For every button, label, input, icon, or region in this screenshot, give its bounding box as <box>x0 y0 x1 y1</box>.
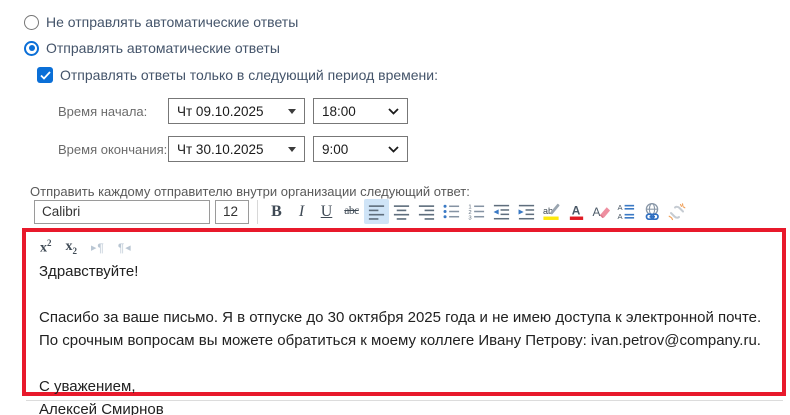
start-time-label: Время начала: <box>58 104 147 119</box>
increase-indent-icon <box>517 202 536 221</box>
end-date-dropdown[interactable]: Чт 30.10.2025 <box>168 136 305 162</box>
clear-formatting-icon: A <box>592 202 611 221</box>
font-size-input[interactable] <box>215 200 249 224</box>
reply-message-text[interactable]: Здравствуйте! Спасибо за ваше письмо. Я … <box>26 258 782 415</box>
styles-icon: AA <box>617 202 636 221</box>
bulleted-list-button[interactable] <box>439 199 464 224</box>
toolbar-row-2: x2 x2 ▶¶ ¶◀ <box>26 232 782 258</box>
svg-text:A: A <box>617 212 623 221</box>
end-time-value: 9:00 <box>322 142 348 157</box>
strikethrough-button[interactable]: abc <box>339 199 364 224</box>
end-time-label: Время окончания: <box>58 142 167 157</box>
message-closing: С уважением, <box>39 375 769 398</box>
formatting-toolbar: B I U abc 123 <box>34 199 689 224</box>
end-time-dropdown[interactable]: 9:00 <box>313 136 408 162</box>
checkbox-checked-icon[interactable] <box>37 67 53 83</box>
bulleted-list-icon <box>442 202 461 221</box>
start-date-dropdown[interactable]: Чт 09.10.2025 <box>168 98 305 124</box>
styles-button[interactable]: AA <box>614 199 639 224</box>
decrease-indent-button[interactable] <box>489 199 514 224</box>
highlight-icon: ab <box>542 202 561 221</box>
reply-editor-area[interactable]: x2 x2 ▶¶ ¶◀ Здравствуйте! Спасибо за ваш… <box>22 228 786 396</box>
radio-on-icon[interactable] <box>24 41 39 56</box>
start-time-dropdown[interactable]: 18:00 <box>313 98 408 124</box>
checkmark-icon <box>40 71 51 80</box>
svg-text:A: A <box>617 203 623 212</box>
reply-section-label: Отправить каждому отправителю внутри орг… <box>30 184 470 199</box>
align-center-button[interactable] <box>389 199 414 224</box>
chevron-down-icon <box>388 108 399 115</box>
start-time-value: 18:00 <box>322 104 356 119</box>
align-right-icon <box>417 202 436 221</box>
dropdown-arrow-icon <box>288 147 296 152</box>
font-color-button[interactable]: A <box>564 199 589 224</box>
align-left-icon <box>367 202 386 221</box>
start-date-value: Чт 09.10.2025 <box>177 104 264 119</box>
toolbar-separator <box>257 200 258 224</box>
radio-off-icon[interactable] <box>24 15 39 30</box>
left-to-right-button[interactable]: ▶¶ <box>91 241 104 255</box>
italic-button[interactable]: I <box>289 199 314 224</box>
period-checkbox-label[interactable]: Отправлять ответы только в следующий пер… <box>60 67 438 83</box>
subscript-button[interactable]: x2 <box>66 240 78 256</box>
align-left-button[interactable] <box>364 199 389 224</box>
remove-link-button[interactable] <box>664 199 689 224</box>
numbered-list-button[interactable]: 123 <box>464 199 489 224</box>
message-body: Спасибо за ваше письмо. Я в отпуске до 3… <box>39 306 769 352</box>
textarea-shadow-line <box>26 400 783 401</box>
period-checkbox-row[interactable]: Отправлять ответы только в следующий пер… <box>37 67 438 83</box>
right-to-left-button[interactable]: ¶◀ <box>118 241 131 255</box>
dropdown-arrow-icon <box>288 109 296 114</box>
radio-no-auto-reply[interactable]: Не отправлять автоматические ответы <box>24 14 298 30</box>
superscript-button[interactable]: x2 <box>40 239 52 256</box>
highlight-button[interactable]: ab <box>539 199 564 224</box>
font-color-icon: A <box>567 202 586 221</box>
increase-indent-button[interactable] <box>514 199 539 224</box>
svg-text:3: 3 <box>468 215 472 221</box>
radio-auto-reply-label[interactable]: Отправлять автоматические ответы <box>46 40 280 56</box>
end-date-value: Чт 30.10.2025 <box>177 142 264 157</box>
insert-link-icon <box>642 202 662 222</box>
clear-formatting-button[interactable]: A <box>589 199 614 224</box>
decrease-indent-icon <box>492 202 511 221</box>
message-greeting: Здравствуйте! <box>39 260 769 283</box>
svg-text:ab: ab <box>543 206 553 216</box>
remove-link-icon <box>667 202 687 222</box>
align-right-button[interactable] <box>414 199 439 224</box>
bold-button[interactable]: B <box>264 199 289 224</box>
insert-link-button[interactable] <box>639 199 664 224</box>
align-center-icon <box>392 202 411 221</box>
svg-text:A: A <box>592 205 600 219</box>
radio-auto-reply[interactable]: Отправлять автоматические ответы <box>24 40 280 56</box>
underline-button[interactable]: U <box>314 199 339 224</box>
chevron-down-icon <box>388 146 399 153</box>
numbered-list-icon: 123 <box>467 202 486 221</box>
svg-text:A: A <box>572 203 581 217</box>
radio-no-auto-reply-label[interactable]: Не отправлять автоматические ответы <box>46 14 298 30</box>
font-name-input[interactable] <box>34 200 210 224</box>
